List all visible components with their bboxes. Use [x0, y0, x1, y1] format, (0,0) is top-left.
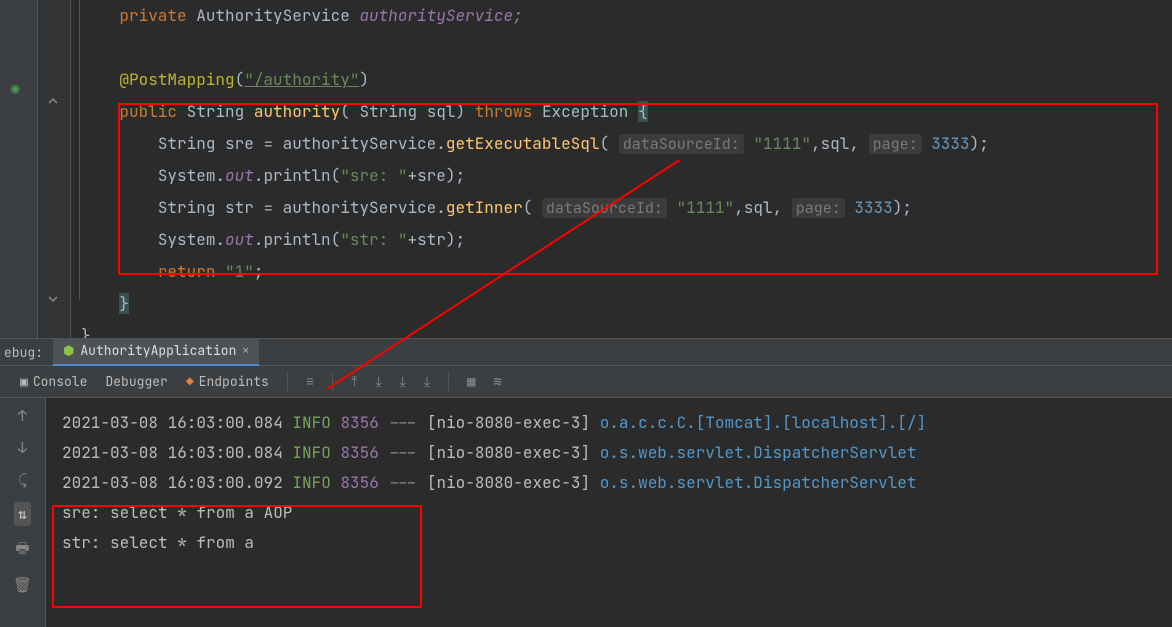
console-icon: ▣: [20, 373, 28, 390]
console-sidebar: ↑ ↓ ⤹ ⇅ 🖶 🗑: [0, 398, 46, 627]
console-tab[interactable]: ▣ Console: [20, 373, 87, 390]
download-icon[interactable]: ⤓: [375, 373, 381, 391]
log-line: 2021-03-08 16:03:00.084 INFO 8356 --- [n…: [62, 438, 1156, 468]
upload-icon[interactable]: ⤒: [351, 373, 357, 391]
fold-up-icon[interactable]: [47, 92, 59, 104]
code-editor[interactable]: ◉ private AuthorityService authorityServ…: [0, 0, 1172, 338]
print-icon[interactable]: 🖶: [15, 538, 29, 563]
download-icon-3[interactable]: ⤓: [424, 373, 430, 391]
fold-gutter: [38, 0, 70, 338]
up-arrow-icon[interactable]: ↑: [18, 406, 27, 426]
debug-label: ebug:: [4, 344, 43, 361]
separator: [332, 373, 333, 391]
endpoints-tab[interactable]: ◆ Endpoints: [186, 373, 269, 390]
console-output[interactable]: 2021-03-08 16:03:00.084 INFO 8356 --- [n…: [46, 398, 1172, 627]
trash-icon[interactable]: 🗑: [13, 575, 32, 595]
separator: [448, 373, 449, 391]
log-line: 2021-03-08 16:03:00.092 INFO 8356 --- [n…: [62, 468, 1156, 498]
down-arrow-icon[interactable]: ↓: [18, 438, 27, 458]
debugger-tab[interactable]: Debugger: [105, 373, 167, 390]
param-hint: dataSourceId:: [619, 134, 744, 154]
fold-down-icon[interactable]: [47, 290, 59, 302]
spring-icon: ◉: [11, 80, 37, 98]
kw-private: private: [119, 5, 186, 26]
separator: [287, 373, 288, 391]
soft-wrap-icon[interactable]: ⤹: [18, 470, 27, 490]
code-area[interactable]: private AuthorityService authorityServic…: [70, 0, 1172, 338]
tab-label: AuthorityApplication: [80, 342, 236, 359]
debug-tabbar: ebug: ⬢ AuthorityApplication ✕: [0, 338, 1172, 366]
stdout-line: str: select * from a: [62, 528, 1156, 558]
indent-guide: [79, 0, 80, 300]
bug-icon: ⬢: [63, 342, 74, 359]
log-line: 2021-03-08 16:03:00.084 INFO 8356 --- [n…: [62, 408, 1156, 438]
tab-authority-application[interactable]: ⬢ AuthorityApplication ✕: [53, 338, 259, 366]
download-icon-2[interactable]: ⤓: [400, 373, 406, 391]
stdout-line: sre: select * from a AOP: [62, 498, 1156, 528]
param-hint: dataSourceId:: [542, 198, 667, 218]
endpoints-icon: ◆: [186, 373, 194, 390]
project-gutter: ◉: [0, 0, 38, 338]
annotation: @PostMapping: [119, 69, 234, 90]
filter-icon[interactable]: ≡: [306, 373, 314, 391]
param-hint: page:: [792, 198, 845, 218]
debug-toolbar: ▣ Console Debugger ◆ Endpoints ≡ ⤒ ⤓ ⤓ ⤓…: [0, 366, 1172, 398]
evaluate-icon[interactable]: ▦: [467, 373, 475, 391]
settings-icon[interactable]: ≋: [494, 373, 502, 391]
scroll-lock-icon[interactable]: ⇅: [14, 502, 31, 526]
close-icon[interactable]: ✕: [242, 344, 249, 358]
param-hint: page:: [869, 134, 922, 154]
